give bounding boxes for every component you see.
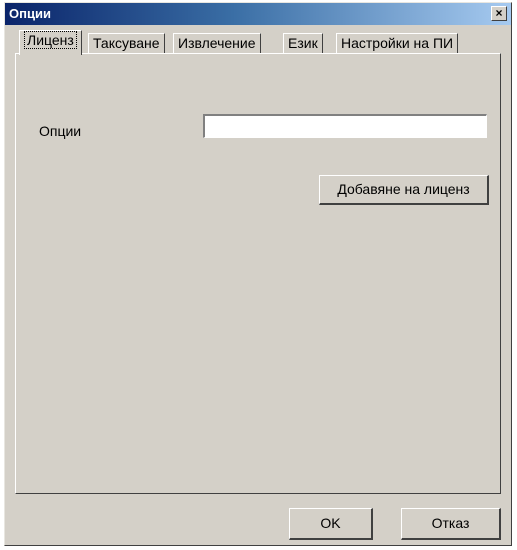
options-input[interactable] [203,114,487,138]
add-license-button[interactable]: Добавяне на лиценз [319,175,489,205]
tab-license-label: Лиценз [24,31,77,49]
tab-pi-settings[interactable]: Настройки на ПИ [336,33,459,53]
tab-extraction[interactable]: Извлечение [173,33,261,53]
tab-billing[interactable]: Таксуване [88,33,165,53]
close-button[interactable]: × [491,6,507,21]
tab-language-label: Език [288,35,318,51]
close-icon: × [495,6,503,20]
cancel-button[interactable]: Отказ [401,508,501,540]
tab-extraction-label: Извлечение [178,35,256,51]
options-dialog: Опции × Лиценз Таксуване Извлечение Език… [4,2,512,546]
options-label: Опции [39,123,82,139]
tab-billing-label: Таксуване [93,35,160,51]
tab-license[interactable]: Лиценз [19,30,82,55]
title-bar[interactable]: Опции × [5,3,511,25]
ok-button[interactable]: OK [289,508,373,540]
window-title: Опции [9,6,51,21]
tab-language[interactable]: Език [283,33,323,53]
tab-pi-settings-label: Настройки на ПИ [341,35,454,51]
